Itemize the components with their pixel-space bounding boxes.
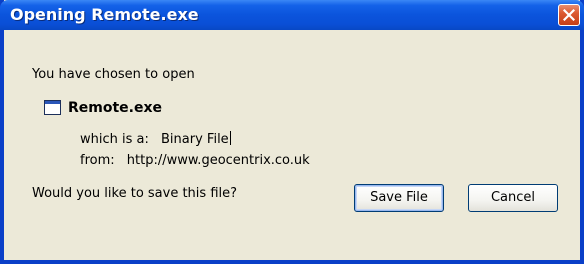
title-bar[interactable]: Opening Remote.exe: [0, 0, 584, 30]
dialog-body: You have chosen to open Remote.exe which…: [4, 30, 580, 260]
close-icon: [563, 9, 575, 21]
file-name: Remote.exe: [68, 100, 163, 116]
file-source-url: http://www.geocentrix.co.uk: [126, 153, 310, 168]
close-button[interactable]: [558, 4, 580, 26]
download-dialog: Opening Remote.exe You have chosen to op…: [0, 0, 584, 264]
file-type-value: Binary File: [161, 132, 229, 147]
file-source-label: from:: [80, 153, 115, 168]
application-window-icon: [44, 100, 61, 115]
file-type-row: which is a: Binary File: [80, 131, 231, 147]
intro-text: You have chosen to open: [32, 67, 195, 82]
cancel-button[interactable]: Cancel: [468, 184, 558, 212]
save-question: Would you like to save this file?: [32, 186, 238, 201]
window-title: Opening Remote.exe: [10, 5, 199, 24]
file-type-label: which is a:: [80, 132, 149, 147]
save-file-button[interactable]: Save File: [354, 184, 444, 212]
text-cursor: [229, 131, 231, 145]
file-source-row: from: http://www.geocentrix.co.uk: [80, 153, 310, 168]
